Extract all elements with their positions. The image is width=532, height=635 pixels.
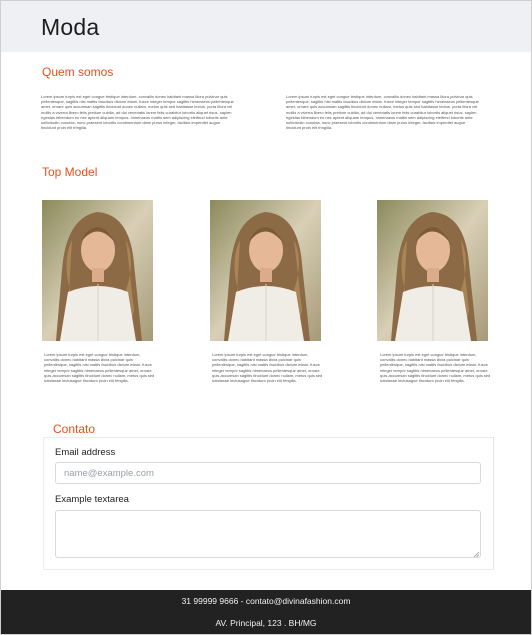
textarea-label: Example textarea <box>55 494 129 505</box>
model-caption: Lorem ipsum turpis est eget congue trist… <box>380 352 491 384</box>
top-model-section-title: Top Model <box>42 165 98 179</box>
contact-section-title: Contato <box>53 422 100 436</box>
model-photo <box>42 200 153 341</box>
model-portrait-image <box>377 200 488 341</box>
brand-title[interactable]: Moda <box>41 14 99 41</box>
footer-contact-line: 31 99999 9666 - contato@divinafashion.co… <box>181 596 351 606</box>
site-header: Moda <box>0 0 532 52</box>
model-caption: Lorem ipsum turpis est eget congue trist… <box>212 352 323 384</box>
email-label: Email address <box>55 447 116 458</box>
model-caption: Lorem ipsum turpis est eget congue trist… <box>44 352 155 384</box>
site-footer: 31 99999 9666 - contato@divinafashion.co… <box>0 590 532 635</box>
message-textarea[interactable] <box>55 510 481 558</box>
model-portrait-image <box>42 200 153 341</box>
about-text-left: Lorem ipsum turpis est eget congue trist… <box>41 94 234 131</box>
about-section-title: Quem somos <box>42 65 114 79</box>
email-field[interactable] <box>55 462 481 484</box>
about-text-right: Lorem ipsum turpis est eget congue trist… <box>286 94 479 131</box>
footer-address-line: AV. Principal, 123 . BH/MG <box>215 618 317 628</box>
model-photo <box>210 200 321 341</box>
model-photo <box>377 200 488 341</box>
model-portrait-image <box>210 200 321 341</box>
resize-grip-icon[interactable] <box>473 551 479 557</box>
